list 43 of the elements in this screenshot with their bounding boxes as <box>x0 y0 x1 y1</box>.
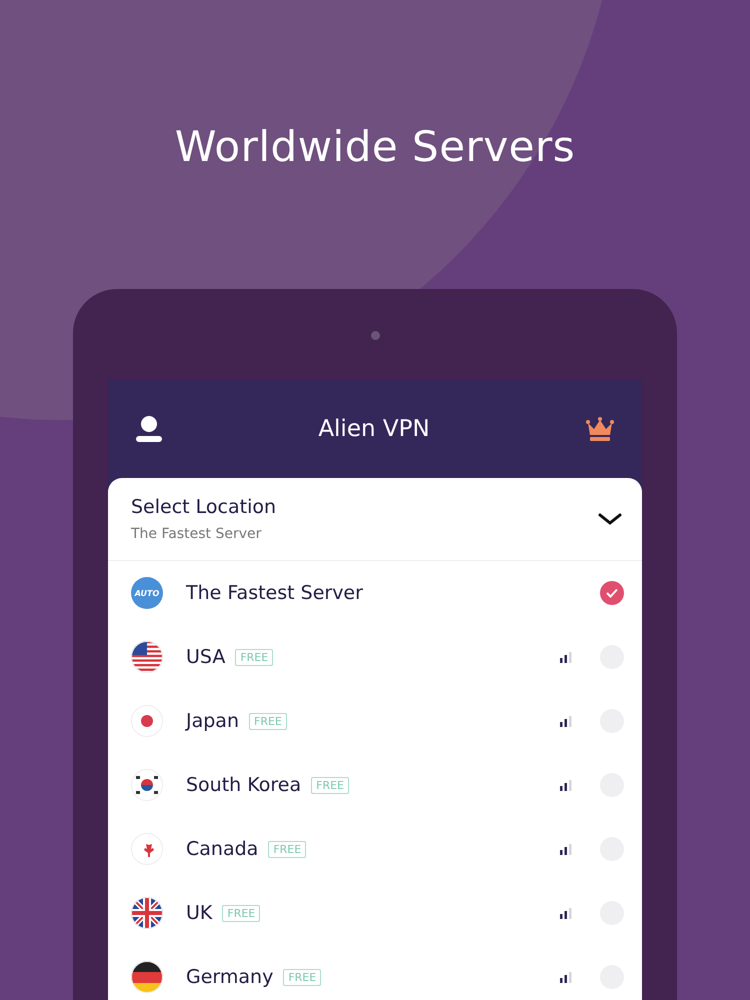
free-tag: FREE <box>283 968 322 986</box>
signal-icon <box>560 972 572 982</box>
server-row[interactable]: Canada FREE <box>108 817 642 881</box>
server-row[interactable]: USA FREE <box>108 625 642 689</box>
server-name: Germany <box>186 966 274 988</box>
germany-flag-icon <box>131 961 163 993</box>
server-row[interactable]: Japan FREE <box>108 689 642 753</box>
server-name: UK <box>186 902 212 924</box>
server-name: South Korea <box>186 774 302 796</box>
server-row[interactable]: UK FREE <box>108 881 642 945</box>
card-title: Select Location <box>131 496 276 518</box>
signal-icon <box>560 716 572 726</box>
free-tag: FREE <box>222 904 260 922</box>
maple-leaf-flag-icon <box>131 833 163 865</box>
profile-icon[interactable] <box>136 414 162 442</box>
server-name: Japan <box>186 710 239 732</box>
server-name: The Fastest Server <box>186 582 363 604</box>
usa-flag-icon <box>131 641 163 673</box>
server-name: USA <box>186 646 226 668</box>
free-tag: FREE <box>311 776 349 794</box>
signal-icon <box>560 780 572 790</box>
server-name: Canada <box>186 838 258 860</box>
signal-icon <box>560 908 572 918</box>
server-row[interactable]: Germany FREE <box>108 945 642 1000</box>
japan-flag-icon <box>131 705 163 737</box>
app-title: Alien VPN <box>318 416 430 442</box>
crown-icon[interactable] <box>586 416 614 442</box>
server-row[interactable]: South Korea FREE <box>108 753 642 817</box>
free-tag: FREE <box>235 648 274 666</box>
uk-flag-icon <box>131 897 163 929</box>
radio-button[interactable] <box>600 581 624 605</box>
check-icon <box>606 588 618 598</box>
headline: Worldwide Servers <box>174 122 576 171</box>
server-row[interactable]: AUTO The Fastest Server <box>108 561 642 625</box>
signal-icon <box>560 652 572 662</box>
signal-icon <box>560 844 572 854</box>
korea-flag-icon <box>131 769 163 801</box>
free-tag: FREE <box>268 840 306 858</box>
card-subtitle: The Fastest Server <box>131 526 262 542</box>
auto-icon: AUTO <box>131 577 163 609</box>
camera-dot <box>370 331 380 340</box>
chevron-icon[interactable] <box>598 512 622 526</box>
free-tag: FREE <box>249 712 287 730</box>
